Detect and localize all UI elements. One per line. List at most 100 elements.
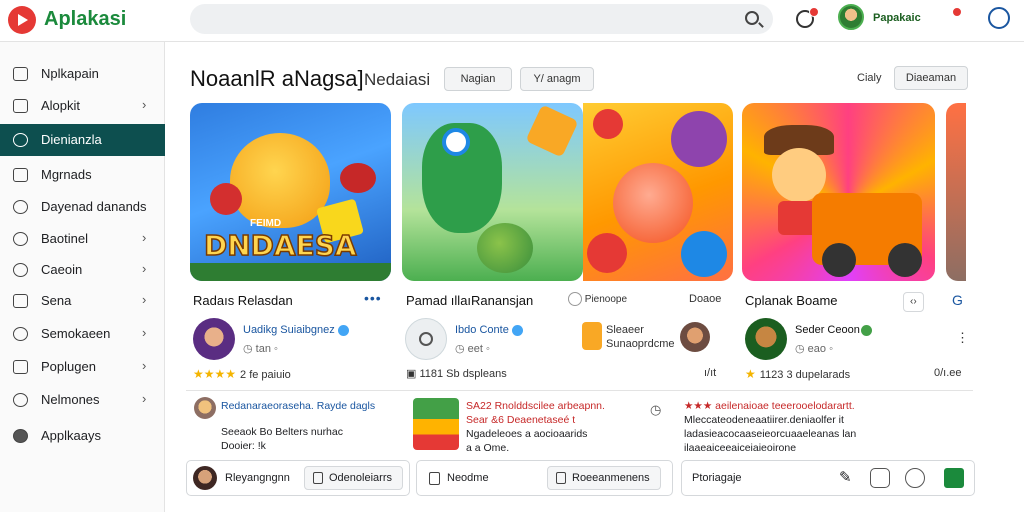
heart-icon <box>13 393 28 407</box>
image-icon <box>13 168 28 182</box>
action-button-label: Odenoleiarrs <box>329 472 392 484</box>
developer-avatar-5[interactable] <box>745 318 787 360</box>
action-button-label: Roeeanmenens <box>572 472 650 484</box>
sidebar-item-2[interactable]: Dienianzla <box>0 124 165 156</box>
game-banner-2[interactable] <box>402 103 583 281</box>
app-logo[interactable] <box>8 6 36 34</box>
chat-icon[interactable] <box>870 468 890 488</box>
rating-text: 2 fe paiuio <box>240 369 291 381</box>
clock-icon: ◷ <box>243 343 253 355</box>
sidebar-item-3[interactable]: Mgrnads <box>0 159 165 191</box>
download-stats-3: ı/ıt <box>704 367 717 379</box>
developer-name-1[interactable]: Uadikg Suiaibgnez <box>243 324 335 336</box>
sidebar-item-label: Dayenad danands <box>41 199 147 214</box>
search-bar[interactable] <box>190 4 773 34</box>
sidebar-item-10[interactable]: Nelmones › <box>0 384 165 416</box>
sidebar-item-1[interactable]: Alopkit › <box>0 90 165 122</box>
grid-icon <box>13 67 28 81</box>
developer-name-5[interactable]: Seder Ceoon <box>795 324 860 336</box>
sort-button[interactable]: Diaeaman <box>894 66 968 90</box>
game-banner-1[interactable]: FEIMD DNDAESA <box>190 103 391 281</box>
feed-item-1[interactable]: Redanaraeoraseha. Rayde dagls Seeaok Bo … <box>221 399 375 453</box>
app-store-icon[interactable] <box>944 468 964 488</box>
tag-chip-3[interactable]: Doaoe <box>689 293 721 305</box>
action-avatar-1[interactable] <box>193 466 217 490</box>
rating-text: 1123 3 dupelarads <box>759 369 851 381</box>
sidebar-item-4[interactable]: Dayenad danands <box>0 191 165 223</box>
filter-chip-1[interactable]: Y/ anagm <box>520 67 594 91</box>
download-stats-text: 1181 Sb dspleans <box>419 368 507 380</box>
user-name[interactable]: Papakaic <box>873 12 921 24</box>
sidebar-item-label: Caeoin <box>41 262 83 277</box>
account-settings-icon[interactable] <box>988 7 1010 29</box>
search-icon[interactable] <box>745 11 759 25</box>
share-icon[interactable] <box>905 468 925 488</box>
clock-icon[interactable]: ◷ <box>650 402 661 418</box>
developer-name-3[interactable]: Sleaeer Sunaoprdcme <box>606 323 675 351</box>
more-vertical-icon[interactable]: ⋮ <box>956 330 969 346</box>
developer-name-2[interactable]: Ibdo Conte <box>455 324 509 336</box>
game-title-1[interactable]: Radaıs Relasdan <box>193 293 293 308</box>
feed-thumb-2[interactable] <box>413 398 459 450</box>
developer-avatar-1[interactable] <box>193 318 235 360</box>
section-divider <box>186 390 973 391</box>
game-title-2[interactable]: Pamad ıllaıRanansjan <box>406 293 533 308</box>
game-banner-4[interactable] <box>742 103 935 281</box>
feed-line: ladasieacocaaseieorcuaaeleanas lan <box>684 428 857 440</box>
feed-avatar-1[interactable] <box>194 397 216 419</box>
info-icon: ◦ <box>486 343 490 355</box>
sidebar-item-label: Dienianzla <box>41 132 102 147</box>
notification-badge <box>809 7 819 17</box>
developer-avatar-3[interactable] <box>582 322 602 350</box>
feed-line: Seeaok Bo Belters nurhac <box>221 426 343 438</box>
sidebar-item-9[interactable]: Poplugen › <box>0 351 165 383</box>
chevron-down-chip[interactable]: ‹› <box>903 292 924 312</box>
sidebar-item-5[interactable]: Baotinel › <box>0 223 165 255</box>
tag-icon <box>568 292 582 307</box>
developer-meta-2: ◷ eet ◦ <box>455 342 490 355</box>
apps-icon <box>13 99 28 113</box>
action-button-2[interactable]: Roeeanmenens <box>547 466 661 490</box>
user-avatar[interactable] <box>838 4 864 30</box>
sidebar-item-label: Alopkit <box>41 98 81 113</box>
game-banner-3[interactable] <box>583 103 733 281</box>
gamepad-icon <box>13 232 28 246</box>
top-bar: Aplakasi Papakaic <box>0 0 1024 42</box>
share-link-icon[interactable]: G <box>952 292 963 308</box>
feed-line: Redanaraeoraseha. Rayde dagls <box>221 400 376 412</box>
game-banner-5[interactable] <box>946 103 966 281</box>
tag-chip-2[interactable]: Pienoope <box>562 291 633 311</box>
feed-line: Mleccateodeneaatiirer.deniaolfer it <box>684 414 844 426</box>
clock-icon <box>13 200 28 214</box>
sidebar-item-6[interactable]: Caeoin › <box>0 254 165 286</box>
feed-item-2[interactable]: SA22 Rnolddscilee arbeapnn. Sear &6 Deae… <box>466 399 605 455</box>
developer-meta-1: ◷ tan ◦ <box>243 342 278 355</box>
developer-avatar-2[interactable] <box>405 318 447 360</box>
share-icon[interactable] <box>681 231 727 277</box>
feed-item-3[interactable]: ★★★ aeilenaioae teeerooelodarartt. Mlecc… <box>684 399 856 455</box>
developer-meta-text: tan <box>255 343 271 355</box>
feed-line: Ngadeleoes a aocioaarids <box>466 428 588 440</box>
app-name: Aplakasi <box>44 8 127 30</box>
developer-avatar-4[interactable] <box>680 322 710 352</box>
side-stat-4: 0/ı.ee <box>934 367 962 379</box>
chevron-right-icon: › <box>142 391 147 406</box>
action-button-1[interactable]: Odenoleiarrs <box>304 466 403 490</box>
more-options-icon[interactable]: ••• <box>364 290 382 306</box>
list-icon <box>13 294 28 308</box>
download-icon: ▣ <box>406 368 417 380</box>
sidebar-item-8[interactable]: Semokaeen › <box>0 318 165 350</box>
sidebar-item-0[interactable]: Nplkapain <box>0 58 165 90</box>
sidebar-item-label: Semokaeen <box>41 326 111 341</box>
compass-icon <box>13 133 28 147</box>
feed-line: Sear &6 Deaenetaseé t <box>466 414 576 426</box>
developer-meta-text: eao <box>807 343 827 355</box>
sidebar-item-7[interactable]: Sena › <box>0 285 165 317</box>
filter-chip-0[interactable]: Nagian <box>444 67 512 91</box>
sidebar-item-11[interactable]: Applkaays <box>0 420 165 452</box>
chevron-right-icon: › <box>142 97 147 112</box>
feed-line: SA22 Rnolddscilee arbeapnn. <box>466 400 605 412</box>
clock-icon: ◷ <box>795 343 805 355</box>
game-title-4[interactable]: Cplanak Boame <box>745 293 838 308</box>
edit-pencil-icon[interactable]: ✎ <box>839 468 859 488</box>
